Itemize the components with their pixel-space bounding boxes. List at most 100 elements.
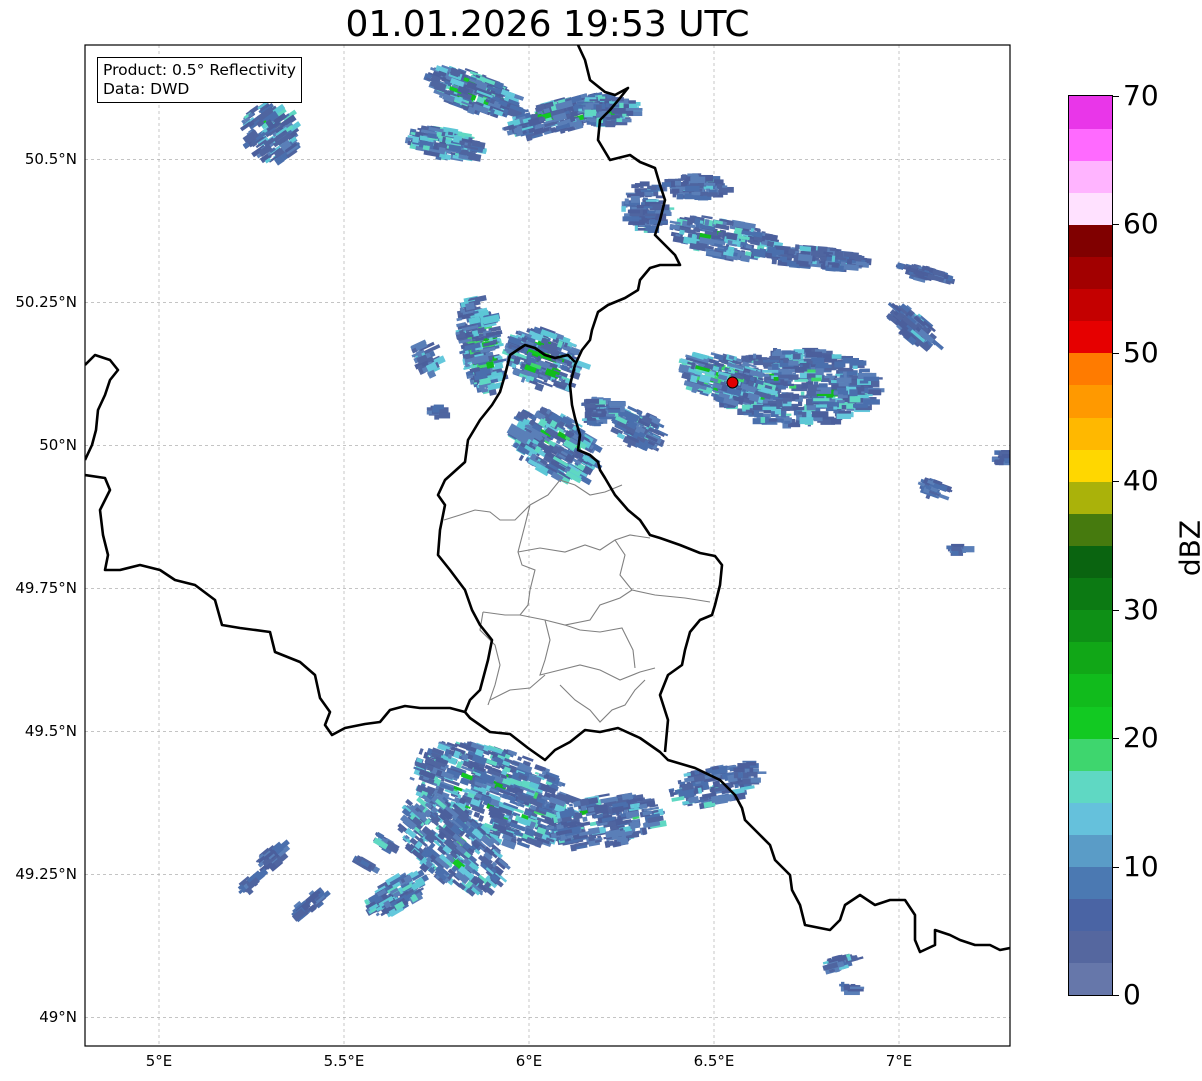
lat-tick-label: 49.5°N bbox=[24, 722, 77, 741]
echo-cell bbox=[700, 191, 709, 196]
colorbar-segment bbox=[1069, 834, 1112, 868]
echo-cell bbox=[760, 417, 766, 423]
echo-cell bbox=[787, 255, 793, 259]
echo-cell bbox=[592, 413, 605, 418]
echo-cell bbox=[815, 404, 828, 408]
echo-cell bbox=[585, 97, 597, 100]
colorbar-segment bbox=[1069, 320, 1112, 354]
radar-map bbox=[84, 44, 1011, 1047]
echo-cell bbox=[741, 404, 750, 410]
echo-cell bbox=[838, 395, 848, 398]
echo-cell bbox=[640, 185, 644, 189]
echo-cell bbox=[762, 359, 779, 363]
echo-cell bbox=[833, 391, 838, 395]
echo-cell bbox=[586, 118, 596, 122]
echo-cell bbox=[783, 357, 789, 363]
echo-cell bbox=[762, 369, 779, 373]
colorbar-segment bbox=[1069, 160, 1112, 193]
echo-cell bbox=[824, 375, 835, 379]
echo-cell bbox=[750, 777, 761, 783]
echo-cell bbox=[805, 351, 823, 358]
echo-cell bbox=[628, 222, 645, 225]
echo-cell bbox=[831, 354, 842, 359]
echo-cell bbox=[834, 251, 844, 258]
echo-cell bbox=[584, 109, 597, 116]
echo-cell bbox=[595, 408, 606, 412]
colorbar-segment bbox=[1069, 802, 1112, 835]
echo-cell bbox=[570, 844, 577, 852]
echo-cell bbox=[682, 174, 687, 179]
echo-cell bbox=[782, 350, 792, 355]
lon-tick-label: 6°E bbox=[515, 1052, 543, 1070]
echo-cell bbox=[868, 389, 882, 395]
echo-cell bbox=[606, 413, 615, 417]
echo-cell bbox=[743, 412, 752, 416]
lon-tick-label: 7°E bbox=[885, 1052, 913, 1070]
colorbar-segment bbox=[1069, 609, 1112, 643]
echo-cell bbox=[632, 217, 642, 220]
colorbar-segment bbox=[1069, 224, 1112, 258]
echo-cell bbox=[951, 550, 959, 556]
colorbar-segment bbox=[1069, 577, 1112, 611]
echo-cell bbox=[694, 196, 712, 201]
echo-cell bbox=[733, 767, 745, 773]
echo-cell bbox=[611, 107, 627, 114]
echo-cell bbox=[616, 118, 623, 122]
echo-cell bbox=[852, 365, 858, 369]
echo-cell bbox=[608, 409, 621, 413]
echo-cell bbox=[826, 402, 839, 408]
echo-cell bbox=[951, 543, 965, 547]
colorbar-segment bbox=[1069, 256, 1112, 290]
echo-cell bbox=[734, 783, 739, 789]
echo-cell bbox=[687, 173, 698, 177]
colorbar-segment bbox=[1069, 738, 1112, 771]
colorbar-segment bbox=[1069, 449, 1112, 482]
echo-cell bbox=[738, 772, 744, 778]
echo-cell bbox=[849, 396, 861, 403]
colorbar-tick-label: 10 bbox=[1123, 849, 1159, 883]
colorbar bbox=[1068, 95, 1113, 996]
echo-cell bbox=[811, 357, 824, 361]
product-info-box: Product: 0.5° Reflectivity Data: DWD bbox=[97, 57, 302, 103]
echo-cell bbox=[838, 403, 855, 409]
echo-cell bbox=[781, 411, 786, 418]
echo-cell bbox=[849, 986, 865, 989]
echo-cell bbox=[788, 374, 799, 380]
echo-cell bbox=[784, 420, 791, 424]
echo-cell bbox=[654, 220, 668, 224]
colorbar-segment bbox=[1069, 930, 1112, 964]
colorbar-segment bbox=[1069, 481, 1112, 514]
echo-cell bbox=[671, 180, 676, 188]
echo-cell bbox=[853, 403, 868, 408]
echo-cell bbox=[811, 411, 829, 418]
echo-cell bbox=[745, 355, 749, 361]
echo-cell bbox=[647, 185, 657, 190]
colorbar-segment bbox=[1069, 866, 1112, 900]
echo-cell bbox=[621, 206, 626, 212]
echo-cell bbox=[798, 253, 813, 262]
lon-tick-label: 5.5°E bbox=[323, 1052, 365, 1070]
colorbar-segment bbox=[1069, 96, 1112, 129]
echo-cell bbox=[999, 455, 1005, 462]
echo-cell bbox=[863, 376, 880, 382]
colorbar-segment bbox=[1069, 513, 1112, 546]
colorbar-segment bbox=[1069, 128, 1112, 161]
colorbar-segment bbox=[1069, 417, 1112, 450]
echo-cell bbox=[766, 240, 775, 248]
echo-cell bbox=[787, 381, 791, 385]
echo-cell bbox=[717, 183, 723, 189]
lon-tick-label: 5°E bbox=[145, 1052, 173, 1070]
echo-cell bbox=[778, 393, 791, 398]
echo-cell bbox=[434, 415, 440, 420]
echo-cell bbox=[596, 104, 602, 112]
echo-cell bbox=[584, 403, 596, 408]
echo-cell bbox=[863, 399, 880, 405]
echo-cell bbox=[630, 195, 640, 203]
echo-cell bbox=[762, 406, 777, 411]
lat-tick-label: 50.5°N bbox=[24, 150, 77, 169]
echo-cell bbox=[591, 834, 597, 839]
echo-cell bbox=[733, 252, 738, 257]
echo-cell bbox=[813, 398, 830, 402]
radar-site-marker bbox=[726, 376, 739, 389]
echo-cell bbox=[639, 181, 650, 187]
